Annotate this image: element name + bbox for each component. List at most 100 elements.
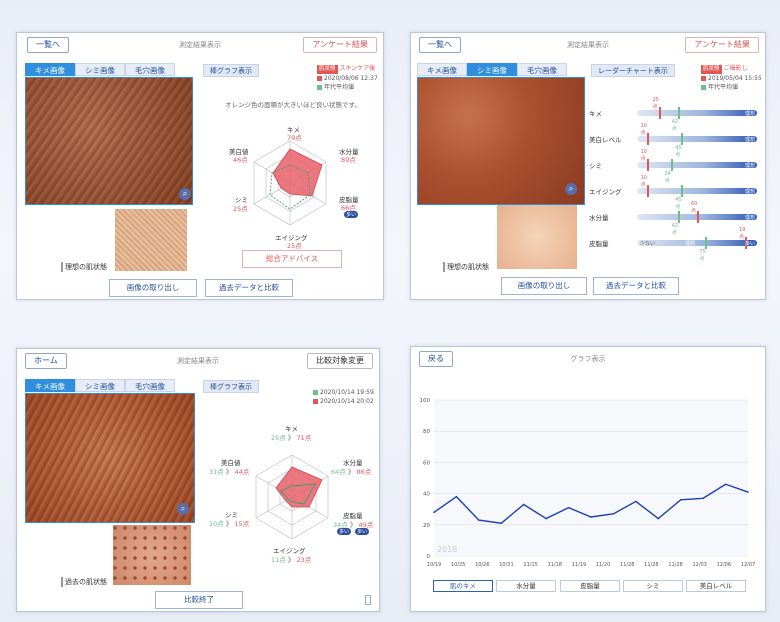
bar-end-label: 理想	[744, 163, 755, 169]
change-compare-button[interactable]: 比較対象変更	[307, 353, 373, 369]
bar-end-label: 多い	[744, 241, 755, 247]
survey-result-button[interactable]: アンケート結果	[303, 37, 377, 53]
bar-label: 美白レベル	[589, 136, 622, 144]
bar-end-label: 理想	[744, 189, 755, 195]
magnify-icon[interactable]: ⌕	[565, 183, 577, 195]
sebum-pill-a: 多い	[337, 528, 352, 535]
data-point	[545, 517, 547, 520]
result-panel-bars: 一覧へ 測定結果表示 アンケート結果 キメ画像 シミ画像 毛穴画像 ⌕ 理想の肌…	[410, 32, 766, 300]
magnify-icon[interactable]: ⌕	[179, 188, 191, 200]
bar-label: 皮脂量	[589, 240, 609, 248]
y-tick-label: 40	[423, 492, 430, 498]
legend-badge-note: スキンケア後	[339, 65, 376, 72]
my-score-value: 25点	[652, 97, 659, 110]
bar-start-label: 少ない	[640, 241, 656, 247]
magnify-icon[interactable]: ⌕	[177, 503, 189, 515]
radar-score-moisture: 89点	[341, 156, 356, 164]
x-tick-label: 11/28	[620, 562, 634, 568]
ideal-skin-caption: 理想の肌状態	[443, 262, 489, 272]
end-compare-button[interactable]: 比較終了	[155, 591, 243, 609]
scroll-indicator-icon	[365, 595, 371, 605]
top-bar: ホーム 測定結果表示 比較対象変更	[17, 349, 379, 373]
bar-graph-button[interactable]: 棒グラフ表示	[203, 380, 259, 393]
tab-pore-image[interactable]: 毛穴画像	[517, 63, 567, 76]
page-title: グラフ表示	[570, 355, 606, 363]
metric-button[interactable]: シミ	[623, 580, 683, 592]
x-tick-label: 12/07	[741, 562, 755, 568]
ideal-skin-image	[115, 209, 187, 271]
image-tabs: キメ画像 シミ画像 毛穴画像	[417, 63, 567, 76]
metric-button[interactable]: 水分量	[496, 580, 556, 592]
tab-spot-image[interactable]: シミ画像	[75, 63, 125, 76]
y-tick-label: 20	[423, 523, 430, 529]
data-point	[724, 483, 727, 486]
compare-past-button[interactable]: 過去データと比較	[205, 279, 293, 297]
tab-texture-image[interactable]: キメ画像	[417, 63, 467, 76]
bar-label: 水分量	[589, 214, 609, 222]
plot-area	[434, 400, 748, 556]
average-marker: 34点	[665, 159, 673, 184]
radar-change-aging: 11点 》 23点	[271, 556, 312, 564]
x-tick-label: 10/19	[427, 562, 441, 568]
legend-skin-badge: 肌状態	[317, 65, 338, 74]
legend: 肌状態 ご撮影し 2019/05/04 15:55 年代平均値	[701, 64, 762, 92]
tab-pore-image[interactable]: 毛穴画像	[125, 379, 175, 392]
metric-button[interactable]: 美白レベル	[686, 580, 746, 592]
sebum-level-pill: 多い	[344, 211, 359, 218]
legend-average: 年代平均値	[708, 84, 739, 91]
metric-button[interactable]: 皮脂量	[560, 580, 620, 592]
overall-advice-button[interactable]: 総合アドバイス	[242, 250, 342, 268]
x-tick-label: 11/28	[644, 562, 658, 568]
compare-past-button[interactable]: 過去データと比較	[593, 277, 679, 295]
radar-change-moisture: 64点 》 86点	[331, 468, 372, 476]
data-point	[567, 506, 570, 509]
tab-texture-image[interactable]: キメ画像	[25, 63, 75, 76]
my-score-value: 10点	[640, 149, 647, 162]
radar-score-kime: 79点	[287, 134, 302, 142]
legend-badge-note: ご撮影し	[723, 65, 748, 72]
y-tick-label: 100	[420, 398, 431, 404]
tab-pore-image[interactable]: 毛穴画像	[125, 63, 175, 76]
radar-score-aging: 25点	[287, 242, 302, 250]
bar-graph-button[interactable]: 棒グラフ表示	[203, 64, 259, 77]
score-bar: 10点 45点 理想	[637, 175, 757, 210]
legend: 2020/10/14 19:59 2020/10/14 20:02	[313, 388, 374, 406]
my-score-marker: 10点	[641, 149, 649, 171]
legend-swatch-green	[701, 85, 706, 90]
extract-image-button[interactable]: 画像の取り出し	[501, 277, 587, 295]
bar-row: キメ 25点 42点 理想	[589, 97, 757, 132]
x-tick-label: 11/19	[572, 562, 586, 568]
radar-chart	[255, 454, 329, 540]
survey-result-button[interactable]: アンケート結果	[685, 37, 759, 53]
legend-swatch-red	[317, 76, 322, 81]
average-marker: 45点	[675, 133, 684, 158]
top-bar: 一覧へ 測定結果表示 アンケート結果	[411, 33, 765, 57]
x-tick-label: 12/06	[717, 562, 731, 568]
tab-spot-image[interactable]: シミ画像	[467, 63, 517, 76]
image-tabs: キメ画像 シミ画像 毛穴画像	[25, 379, 175, 392]
past-skin-image	[113, 525, 191, 585]
area-note: オレンジ色の面積が大きいほど良い状態です。	[225, 101, 361, 109]
my-score-marker: 10点	[641, 123, 649, 145]
average-marker: 45点	[675, 185, 684, 210]
y-tick-label: 80	[423, 429, 430, 435]
score-bar: 10点 34点 理想	[637, 149, 757, 184]
tab-texture-image[interactable]: キメ画像	[25, 379, 75, 392]
bar-row: 水分量 60点 42点 理想	[589, 201, 757, 236]
skin-texture-image	[25, 393, 195, 523]
average-marker: 42点	[672, 211, 680, 236]
metric-button[interactable]: 肌のキメ	[433, 580, 493, 592]
ideal-skin-image	[497, 205, 577, 269]
extract-image-button[interactable]: 画像の取り出し	[109, 279, 197, 297]
bar-label: シミ	[589, 162, 602, 170]
radar-chart-button[interactable]: レーダーチャート表示	[591, 64, 675, 77]
tab-spot-image[interactable]: シミ画像	[75, 379, 125, 392]
x-tick-label: 10/26	[475, 562, 489, 568]
data-point	[612, 513, 615, 515]
skin-texture-image	[25, 77, 193, 205]
past-skin-caption: 過去の肌状態	[61, 577, 107, 587]
score-bar: 10点 45点 理想	[637, 123, 757, 158]
score-bar: 19点 75点 多い 少ない 理想	[637, 227, 757, 262]
line-chart: 0 20 40 60 80 100 2018 10/19 10/25 10/26 10/31 11/1…	[420, 398, 756, 568]
data-point	[590, 516, 592, 518]
